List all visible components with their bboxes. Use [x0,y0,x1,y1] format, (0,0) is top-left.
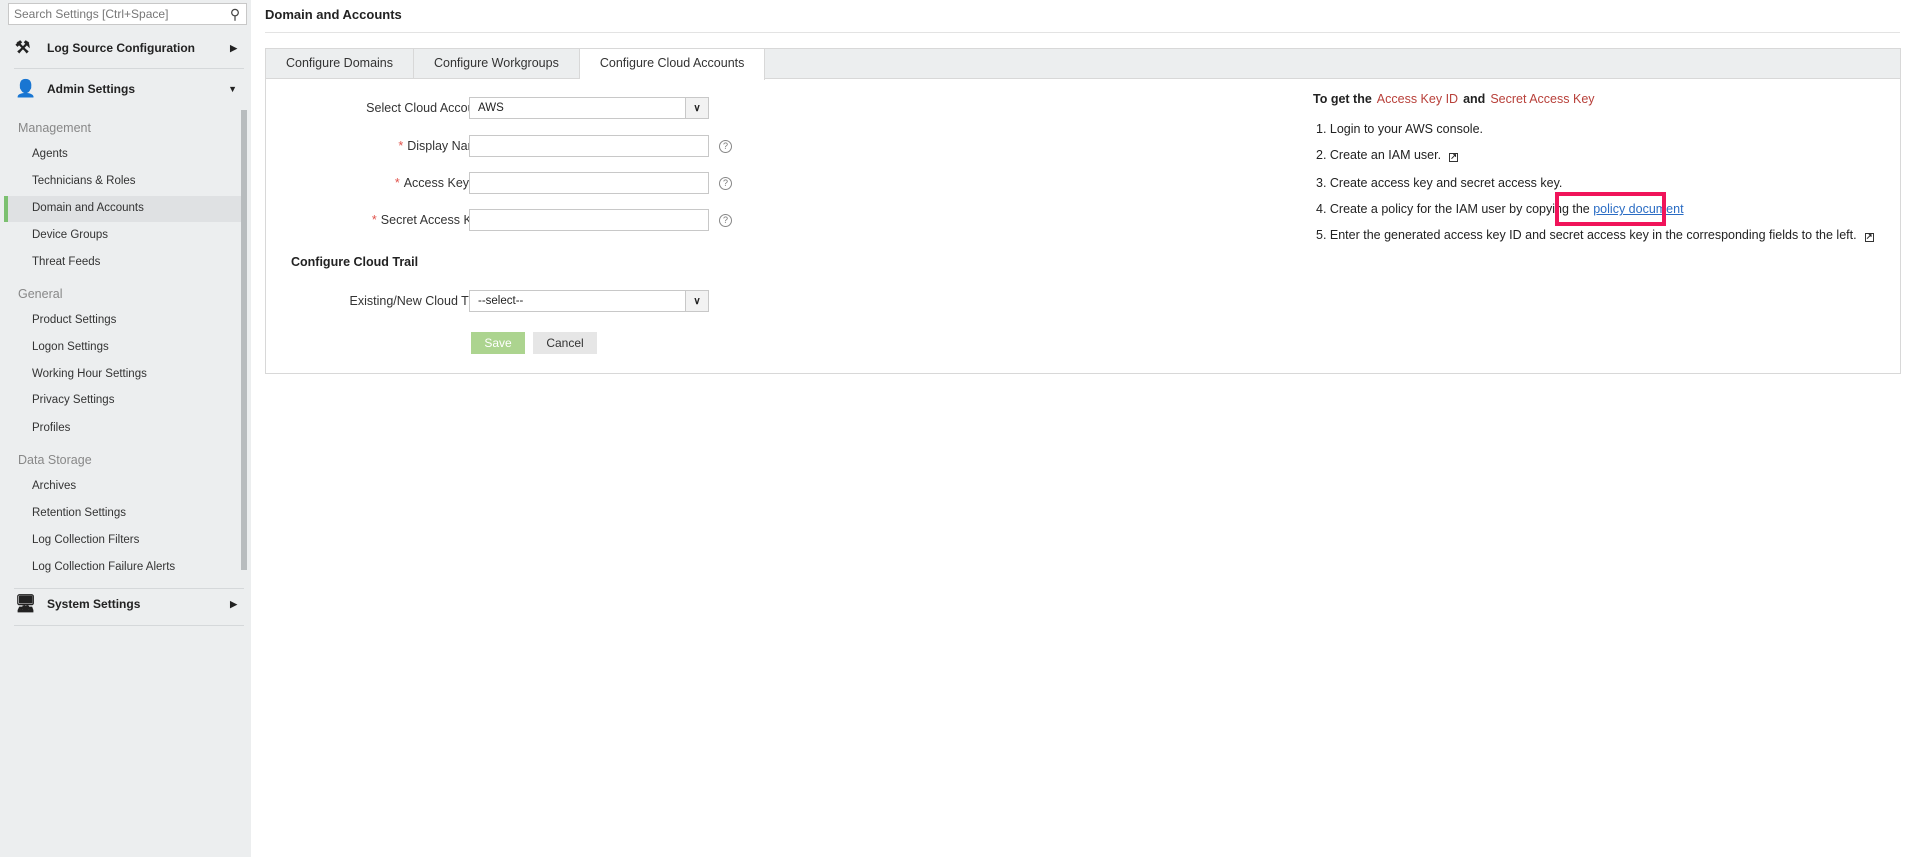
cloud-trail-select[interactable]: --select-- ∨ [469,290,709,312]
help-icon[interactable]: ? [719,140,732,153]
required-mark: * [398,139,404,153]
group-management: Management [18,121,91,135]
section-label: System Settings [47,597,141,611]
secret-key-field[interactable] [469,209,709,231]
chevron-down-icon[interactable]: ∨ [685,291,708,311]
section-log-source-configuration[interactable]: ⚒ Log Source Configuration ▶ [15,36,245,60]
display-name-field[interactable] [469,135,709,157]
cloud-trail-value: --select-- [478,295,524,307]
chevron-right-icon: ▶ [230,42,237,53]
search-input[interactable] [9,4,224,24]
step-1: 1. Login to your AWS console. [1316,122,1483,136]
section-label: Admin Settings [47,82,136,96]
cloud-account-select[interactable]: AWS ∨ [469,97,709,119]
required-mark: * [371,213,377,227]
group-data-storage: Data Storage [18,453,92,467]
heading-text: and [1463,92,1486,106]
external-link-icon[interactable]: ↗ [1864,233,1874,242]
section-label: Log Source Configuration [47,41,195,55]
step-text: 5. Enter the generated access key ID and… [1316,228,1857,242]
sidebar-item-archives[interactable]: Archives [32,480,76,492]
external-link-icon[interactable]: ↗ [1449,153,1459,162]
cloud-account-value: AWS [478,102,504,114]
sidebar-item-logon-settings[interactable]: Logon Settings [32,341,109,353]
sidebar: ⚲ ⚒ Log Source Configuration ▶ 👤 Admin Sett… [0,0,251,857]
group-general: General [18,287,63,301]
chevron-down-icon: ▼ [228,84,237,94]
sidebar-item-retention-settings[interactable]: Retention Settings [32,507,126,519]
save-button[interactable]: Save [471,332,525,354]
step-5: 5. Enter the generated access key ID and… [1316,228,1874,242]
secret-key-input[interactable] [470,210,708,230]
display-name-input[interactable] [470,136,708,156]
tab-configure-domains[interactable]: Configure Domains [266,49,414,78]
monitor-gear-icon: 🖥 [15,594,37,613]
step-2: 2. Create an IAM user. ↗ [1316,148,1459,162]
access-key-term: Access Key ID [1376,92,1459,106]
sidebar-item-technicians-roles[interactable]: Technicians & Roles [32,175,136,187]
sidebar-item-profiles[interactable]: Profiles [32,422,70,434]
sidebar-item-privacy-settings[interactable]: Privacy Settings [32,394,114,406]
section-system-settings[interactable]: 🖥 System Settings ▶ [15,592,245,616]
sidebar-item-device-groups[interactable]: Device Groups [32,229,108,241]
step-3: 3. Create access key and secret access k… [1316,176,1563,190]
secret-key-term: Secret Access Key [1490,92,1595,106]
sidebar-item-log-collection-filters[interactable]: Log Collection Filters [32,534,139,546]
step-text: 2. Create an IAM user. [1316,148,1442,162]
access-key-input[interactable] [470,173,708,193]
sidebar-item-agents[interactable]: Agents [32,148,68,160]
user-gear-icon: 👤 [15,79,37,98]
sidebar-item-domain-and-accounts[interactable]: Domain and Accounts [32,202,144,214]
tab-configure-workgroups[interactable]: Configure Workgroups [414,49,580,78]
heading-text: To get the [1313,92,1372,106]
help-icon[interactable]: ? [719,177,732,190]
help-icon[interactable]: ? [719,214,732,227]
tab-configure-cloud-accounts[interactable]: Configure Cloud Accounts [579,49,766,80]
cancel-button[interactable]: Cancel [533,332,597,354]
divider [265,32,1900,33]
required-mark: * [394,176,400,190]
chevron-right-icon: ▶ [230,598,237,609]
step-text: 4. Create a policy for the IAM user by c… [1316,202,1590,216]
search-settings[interactable]: ⚲ [8,3,247,25]
divider [14,625,244,626]
search-icon[interactable]: ⚲ [224,6,246,23]
instructions-heading: To get the Access Key ID and Secret Access … [1313,92,1600,106]
highlight-box [1555,192,1666,226]
section-admin-settings[interactable]: 👤 Admin Settings ▼ [15,77,245,101]
cloud-trail-label: Existing/New Cloud Trail [349,294,485,308]
divider [14,68,244,69]
cloud-trail-heading: Configure Cloud Trail [291,255,419,269]
instructions-pane: To get the Access Key ID and Secret Access … [1313,92,1874,242]
sidebar-item-working-hour-settings[interactable]: Working Hour Settings [32,368,147,380]
cloud-account-label: Select Cloud Account [366,101,485,115]
sidebar-item-log-collection-failure-alerts[interactable]: Log Collection Failure Alerts [32,561,175,573]
sidebar-item-threat-feeds[interactable]: Threat Feeds [32,256,100,268]
access-key-field[interactable] [469,172,709,194]
chevron-down-icon[interactable]: ∨ [685,98,708,118]
scrollbar[interactable] [241,110,247,570]
sidebar-item-product-settings[interactable]: Product Settings [32,314,116,326]
divider [14,588,244,589]
tools-icon: ⚒ [15,38,31,57]
page-title: Domain and Accounts [265,7,402,22]
tab-bar: Configure Domains Configure Workgroups C… [266,49,1900,80]
